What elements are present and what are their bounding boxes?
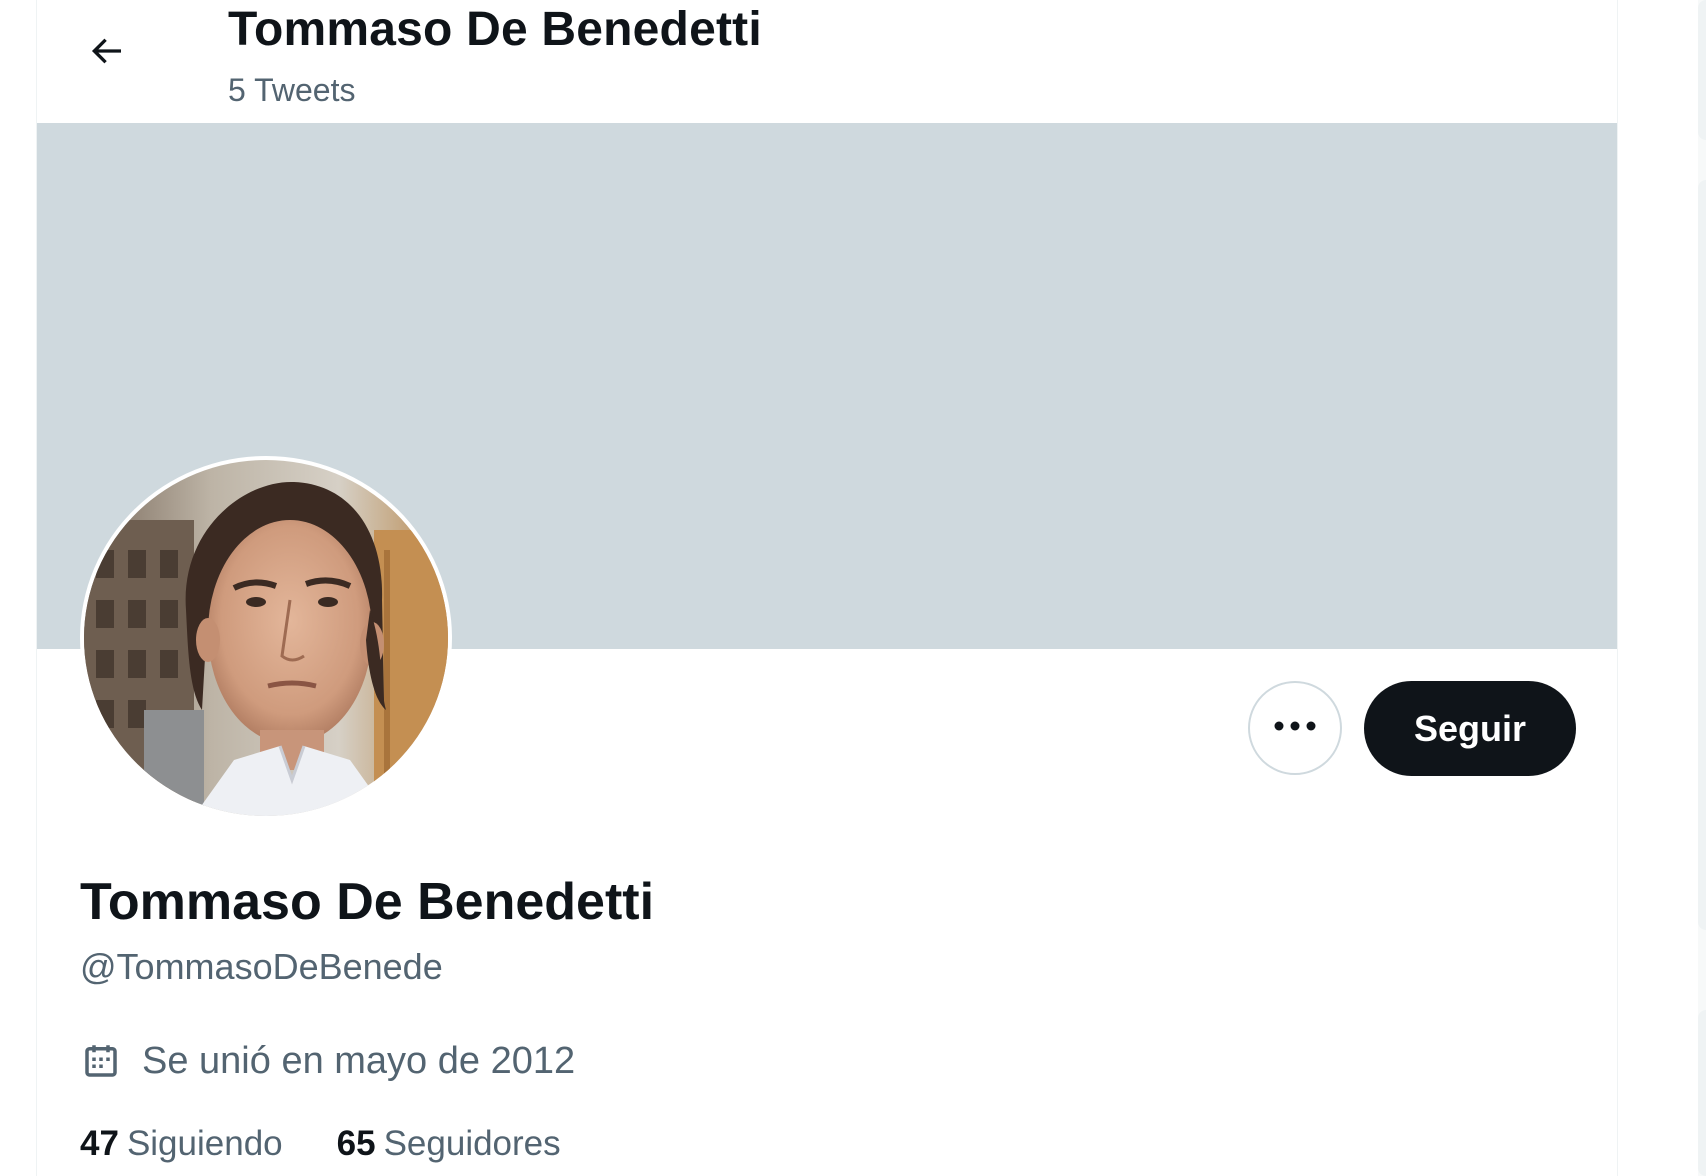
joined-date: Se unió en mayo de 2012 [80,1036,575,1086]
following-link[interactable]: 47 Siguiendo [80,1124,283,1164]
followers-link[interactable]: 65 Seguidores [337,1124,561,1164]
following-label: Siguiendo [126,1124,283,1163]
sidebar-card-edge [1698,0,1706,140]
follow-button[interactable]: Seguir [1364,681,1576,776]
followers-label: Seguidores [383,1124,561,1163]
right-sidebar-edge [1698,0,1706,1176]
following-count: 47 [80,1124,119,1163]
more-options-button[interactable] [1248,681,1342,775]
followers-count: 65 [336,1124,376,1163]
calendar-icon [80,1038,126,1084]
back-button[interactable] [72,22,140,84]
more-horizontal-icon [1273,719,1317,737]
avatar[interactable] [80,456,452,820]
sidebar-card-edge [1698,1010,1706,1176]
tweet-count: 5 Tweets [228,72,356,108]
user-handle: @TommasoDeBenede [80,946,443,987]
avatar-photo [84,460,448,816]
joined-text: Se unió en mayo de 2012 [142,1039,576,1082]
arrow-left-icon [86,31,126,76]
display-name: Tommaso De Benedetti [80,873,655,931]
profile-page: Tommaso De Benedetti 5 Tweets Seguir Tom… [0,0,1706,1176]
header-title: Tommaso De Benedetti [228,3,762,56]
follow-stats: 47 Siguiendo 65 Seguidores [80,1124,561,1164]
sidebar-card-edge [1698,180,1706,930]
